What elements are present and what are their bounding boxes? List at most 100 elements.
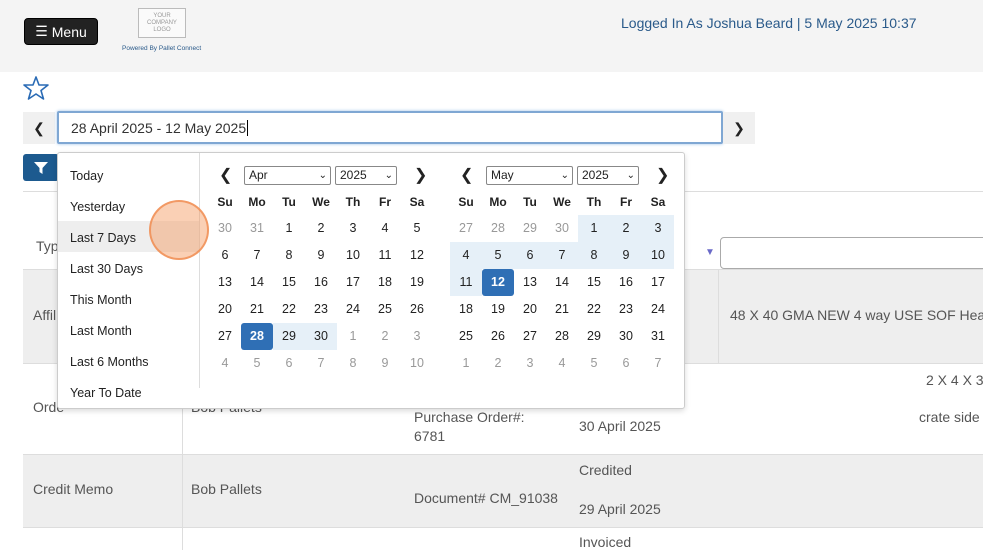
calendar-day[interactable]: 28 [241, 323, 273, 350]
calendar-day[interactable]: 16 [610, 269, 642, 296]
calendar-day[interactable]: 9 [369, 350, 401, 377]
calendar-day[interactable]: 20 [209, 296, 241, 323]
calendar-day[interactable]: 3 [514, 350, 546, 377]
next-month-arrow-icon[interactable]: ❯ [414, 165, 427, 185]
calendar-day[interactable]: 12 [482, 269, 514, 296]
calendar-day[interactable]: 7 [642, 350, 674, 377]
calendar-day[interactable]: 1 [337, 323, 369, 350]
calendar-day[interactable]: 29 [578, 323, 610, 350]
range-today[interactable]: Today [58, 159, 200, 190]
range-yesterday[interactable]: Yesterday [58, 190, 200, 221]
calendar-day[interactable]: 6 [273, 350, 305, 377]
calendar-day[interactable]: 2 [369, 323, 401, 350]
calendar-day[interactable]: 21 [546, 296, 578, 323]
month-select-right[interactable]: May ⌄ [486, 166, 573, 185]
calendar-day[interactable]: 4 [369, 215, 401, 242]
calendar-day[interactable]: 8 [273, 242, 305, 269]
calendar-day[interactable]: 30 [610, 323, 642, 350]
calendar-day[interactable]: 3 [337, 215, 369, 242]
calendar-day[interactable]: 11 [450, 269, 482, 296]
calendar-day[interactable]: 8 [337, 350, 369, 377]
range-last-30-days[interactable]: Last 30 Days [58, 252, 200, 283]
calendar-day[interactable]: 13 [514, 269, 546, 296]
calendar-day[interactable]: 24 [337, 296, 369, 323]
calendar-day[interactable]: 27 [209, 323, 241, 350]
calendar-day[interactable]: 27 [514, 323, 546, 350]
range-this-month[interactable]: This Month [58, 283, 200, 314]
calendar-day[interactable]: 22 [578, 296, 610, 323]
calendar-day[interactable]: 4 [209, 350, 241, 377]
calendar-day[interactable]: 18 [450, 296, 482, 323]
calendar-day[interactable]: 23 [610, 296, 642, 323]
calendar-day[interactable]: 8 [578, 242, 610, 269]
calendar-day[interactable]: 17 [642, 269, 674, 296]
calendar-day[interactable]: 15 [273, 269, 305, 296]
calendar-day[interactable]: 2 [610, 215, 642, 242]
range-last-7-days[interactable]: Last 7 Days [58, 221, 200, 252]
calendar-day[interactable]: 9 [610, 242, 642, 269]
calendar-day[interactable]: 5 [578, 350, 610, 377]
date-range-input[interactable]: 28 April 2025 - 12 May 2025 [57, 111, 723, 144]
calendar-day[interactable]: 9 [305, 242, 337, 269]
calendar-day[interactable]: 7 [305, 350, 337, 377]
calendar-day[interactable]: 25 [450, 323, 482, 350]
calendar-day[interactable]: 24 [642, 296, 674, 323]
calendar-day[interactable]: 22 [273, 296, 305, 323]
year-select-left[interactable]: 2025 ⌄ [335, 166, 397, 185]
calendar-day[interactable]: 26 [401, 296, 433, 323]
calendar-day[interactable]: 28 [482, 215, 514, 242]
calendar-day[interactable]: 1 [273, 215, 305, 242]
menu-button[interactable]: ☰ Menu [24, 18, 98, 45]
calendar-day[interactable]: 13 [209, 269, 241, 296]
calendar-day[interactable]: 5 [401, 215, 433, 242]
next-month-arrow-icon[interactable]: ❯ [656, 165, 669, 185]
calendar-day[interactable]: 28 [546, 323, 578, 350]
calendar-day[interactable]: 6 [514, 242, 546, 269]
table-row[interactable]: Invoiced [23, 528, 983, 550]
calendar-day[interactable]: 30 [546, 215, 578, 242]
prev-month-arrow-icon[interactable]: ❮ [460, 165, 473, 185]
calendar-day[interactable]: 11 [369, 242, 401, 269]
range-last-month[interactable]: Last Month [58, 314, 200, 345]
calendar-day[interactable]: 14 [546, 269, 578, 296]
calendar-day[interactable]: 1 [578, 215, 610, 242]
calendar-day[interactable]: 17 [337, 269, 369, 296]
calendar-day[interactable]: 29 [273, 323, 305, 350]
calendar-day[interactable]: 4 [450, 242, 482, 269]
calendar-day[interactable]: 31 [642, 323, 674, 350]
calendar-day[interactable]: 12 [401, 242, 433, 269]
calendar-day[interactable]: 1 [450, 350, 482, 377]
calendar-day[interactable]: 7 [546, 242, 578, 269]
month-select-left[interactable]: Apr ⌄ [244, 166, 331, 185]
calendar-day[interactable]: 14 [241, 269, 273, 296]
calendar-day[interactable]: 7 [241, 242, 273, 269]
calendar-day[interactable]: 6 [610, 350, 642, 377]
calendar-day[interactable]: 29 [514, 215, 546, 242]
previous-range-button[interactable]: ❮ [23, 112, 55, 144]
calendar-day[interactable]: 27 [450, 215, 482, 242]
prev-month-arrow-icon[interactable]: ❮ [219, 165, 232, 185]
favorite-star-icon[interactable] [23, 75, 49, 101]
calendar-day[interactable]: 30 [305, 323, 337, 350]
column-filter-input[interactable] [720, 237, 983, 269]
calendar-day[interactable]: 5 [482, 242, 514, 269]
calendar-day[interactable]: 18 [369, 269, 401, 296]
calendar-day[interactable]: 23 [305, 296, 337, 323]
calendar-day[interactable]: 20 [514, 296, 546, 323]
calendar-day[interactable]: 30 [209, 215, 241, 242]
calendar-day[interactable]: 10 [401, 350, 433, 377]
calendar-day[interactable]: 2 [482, 350, 514, 377]
calendar-day[interactable]: 2 [305, 215, 337, 242]
calendar-day[interactable]: 4 [546, 350, 578, 377]
calendar-day[interactable]: 6 [209, 242, 241, 269]
calendar-day[interactable]: 19 [401, 269, 433, 296]
calendar-day[interactable]: 5 [241, 350, 273, 377]
filter-button[interactable] [23, 154, 59, 181]
calendar-day[interactable]: 3 [642, 215, 674, 242]
next-range-button[interactable]: ❯ [723, 112, 755, 144]
calendar-day[interactable]: 19 [482, 296, 514, 323]
calendar-day[interactable]: 16 [305, 269, 337, 296]
calendar-day[interactable]: 15 [578, 269, 610, 296]
calendar-day[interactable]: 21 [241, 296, 273, 323]
range-last-6-months[interactable]: Last 6 Months [58, 345, 200, 376]
